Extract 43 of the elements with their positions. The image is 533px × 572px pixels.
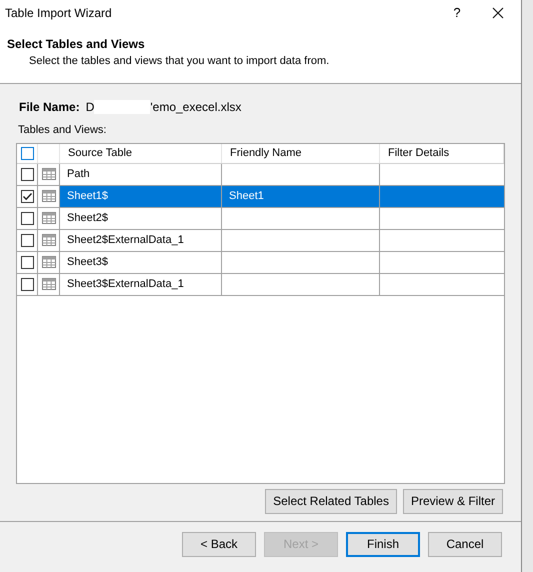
table-icon [42,168,56,180]
page-subtitle: Select the tables and views that you want to import data from. [28,54,330,69]
checkbox[interactable] [20,146,34,160]
checkbox[interactable] [20,278,34,290]
table-row[interactable]: Sheet2$ExternalData_1 [17,230,504,252]
file-name-end: 'emo_execel.xlsx [150,99,242,116]
checkbox[interactable] [20,168,34,180]
column-header[interactable]: Filter Details [380,144,504,162]
table-icon [42,234,56,246]
column-header[interactable]: Source Table [60,144,222,162]
help-button[interactable]: ? [439,1,475,25]
table-cell-text: Path [67,166,90,182]
window-title: Table Import Wizard [5,5,113,22]
table-row[interactable]: Sheet2$ [17,208,504,230]
checkbox[interactable] [20,212,34,224]
table-row[interactable]: Sheet3$ [17,252,504,274]
table-cell-text: Sheet3$ [67,254,108,270]
close-icon [492,7,504,19]
table-cell-text: Sheet3$ExternalData_1 [67,276,184,292]
table-cell-text: Sheet1$ [67,188,108,204]
table-icon [42,212,56,224]
page-title: Select Tables and Views [7,36,146,53]
table-cell-text: Sheet1 [229,188,264,204]
wizard-button[interactable]: Cancel [428,532,502,556]
column-header[interactable]: Friendly Name [222,144,380,162]
tables-label: Tables and Views: [17,123,108,138]
table-row[interactable]: Sheet3$ExternalData_1 [17,274,504,296]
table-row[interactable]: Sheet1$ Sheet1 [17,186,504,208]
checkbox[interactable] [20,256,34,268]
action-button[interactable]: Select Related Tables [265,488,397,514]
table-icon [42,278,56,290]
table-cell-text: Sheet2$ExternalData_1 [67,232,184,248]
table-row[interactable]: Path [17,164,504,186]
file-name-start: D [86,99,94,116]
table-cell-text: Sheet2$ [67,210,108,226]
wizard-button[interactable]: < Back [182,532,256,556]
table-icon [42,256,56,268]
table-icon [42,190,56,202]
file-name-label: File Name: [19,99,80,116]
checkbox[interactable] [20,190,34,202]
wizard-button[interactable]: Finish [346,532,420,556]
action-button[interactable]: Preview & Filter [402,488,503,514]
checkbox[interactable] [20,234,34,246]
